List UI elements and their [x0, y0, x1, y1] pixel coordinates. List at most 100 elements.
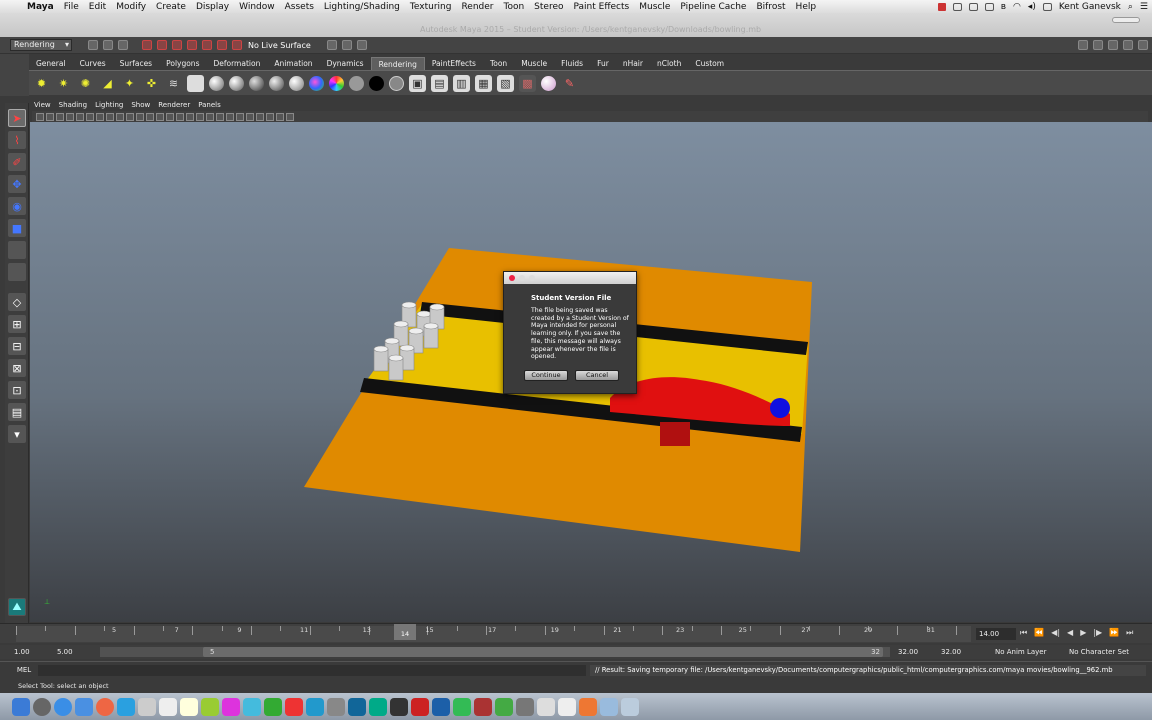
menu-bifrost[interactable]: Bifrost: [751, 2, 790, 12]
magnet-icon[interactable]: [232, 40, 242, 50]
textured-icon[interactable]: [166, 112, 174, 121]
cancel-button[interactable]: Cancel: [575, 370, 619, 381]
menu-pipeline-cache[interactable]: Pipeline Cache: [675, 2, 751, 12]
gear-icon[interactable]: [968, 2, 978, 11]
menu-toon[interactable]: Toon: [498, 2, 529, 12]
firefox-icon[interactable]: [96, 697, 114, 716]
tab-fur[interactable]: Fur: [590, 57, 616, 70]
photos-icon[interactable]: [222, 697, 240, 716]
channel-box-icon[interactable]: [1123, 40, 1133, 50]
tab-curves[interactable]: Curves: [73, 57, 113, 70]
wifi-icon[interactable]: ◠: [1013, 2, 1021, 12]
tab-general[interactable]: General: [29, 57, 73, 70]
textedit-icon[interactable]: [537, 697, 555, 716]
panel-menu-show[interactable]: Show: [127, 99, 154, 111]
tab-surfaces[interactable]: Surfaces: [113, 57, 159, 70]
menu-muscle[interactable]: Muscle: [634, 2, 675, 12]
step-back-frame-icon[interactable]: ◀|: [1051, 628, 1060, 638]
mudbox-icon[interactable]: ⛰: [8, 598, 26, 616]
area-light-icon[interactable]: ◢: [99, 75, 116, 92]
app-store-icon[interactable]: [306, 697, 324, 716]
resolution-gate-icon[interactable]: [86, 112, 94, 121]
menuset-dropdown[interactable]: Rendering: [10, 39, 72, 51]
persp-graph-layout-icon[interactable]: ⊠: [8, 359, 26, 377]
ambient-light-icon[interactable]: ✦: [121, 75, 138, 92]
timemachine-icon[interactable]: [984, 2, 994, 11]
menu-maya[interactable]: Maya: [22, 2, 59, 12]
tab-dynamics[interactable]: Dynamics: [320, 57, 371, 70]
blinn-icon[interactable]: [229, 75, 244, 91]
filezilla-icon[interactable]: [411, 697, 429, 716]
vlc-icon[interactable]: [579, 697, 597, 716]
spotlight-icon[interactable]: ⌕: [1128, 2, 1133, 12]
menu-help[interactable]: Help: [791, 2, 822, 12]
layout-options-icon[interactable]: ▾: [8, 425, 26, 443]
step-forward-frame-icon[interactable]: |▶: [1093, 628, 1102, 638]
finder-icon[interactable]: [12, 697, 30, 716]
terminal-icon[interactable]: [390, 697, 408, 716]
anisotropic-icon[interactable]: [289, 75, 304, 91]
go-to-start-icon[interactable]: ⏮: [1020, 628, 1027, 638]
rotate-tool-icon[interactable]: ◉: [8, 197, 26, 215]
four-view-layout-icon[interactable]: ⊞: [8, 315, 26, 333]
zoom-icon[interactable]: [529, 275, 535, 281]
grid-toggle-icon[interactable]: [66, 112, 74, 121]
go-to-end-icon[interactable]: ⏭: [1126, 628, 1133, 638]
battery-icon[interactable]: [1042, 2, 1052, 11]
render-current-frame-icon[interactable]: ▥: [453, 74, 470, 92]
reminders-icon[interactable]: [201, 697, 219, 716]
menu-window[interactable]: Window: [234, 2, 280, 12]
film-gate-icon[interactable]: [76, 112, 84, 121]
menu-assets[interactable]: Assets: [280, 2, 319, 12]
surface-shader-icon[interactable]: [349, 75, 364, 91]
user-name[interactable]: Kent Ganevsk: [1059, 2, 1121, 12]
downloads-folder-icon[interactable]: [600, 697, 618, 716]
notification-center-icon[interactable]: ☰: [1140, 2, 1148, 12]
render-settings-shelf-icon[interactable]: ▧: [497, 74, 514, 92]
material-preview-icon[interactable]: [187, 74, 204, 92]
preview-icon[interactable]: [516, 697, 534, 716]
mail-icon[interactable]: [75, 697, 93, 716]
tab-rendering[interactable]: Rendering: [370, 57, 425, 70]
use-background-icon[interactable]: [369, 75, 384, 91]
contacts-icon[interactable]: [138, 697, 156, 716]
safe-action-icon[interactable]: [116, 112, 124, 121]
command-input[interactable]: [38, 665, 586, 676]
phong-icon[interactable]: [249, 75, 264, 91]
tab-toon[interactable]: Toon: [483, 57, 514, 70]
panel-menu-renderer[interactable]: Renderer: [154, 99, 194, 111]
launchpad-icon[interactable]: [33, 697, 51, 716]
smooth-shade-icon[interactable]: [146, 112, 154, 121]
save-scene-icon[interactable]: [118, 40, 128, 50]
tab-ncloth[interactable]: nCloth: [650, 57, 688, 70]
new-scene-icon[interactable]: [88, 40, 98, 50]
field-chart-icon[interactable]: [106, 112, 114, 121]
range-bar[interactable]: 5 32: [100, 647, 890, 657]
tab-muscle[interactable]: Muscle: [514, 57, 554, 70]
playback-start-field[interactable]: 5.00: [57, 647, 73, 657]
toolbar-toggle-button[interactable]: [1112, 17, 1140, 23]
render-view-shelf-icon[interactable]: ▤: [431, 74, 448, 92]
camera-attributes-icon[interactable]: [36, 112, 44, 121]
itunes-icon[interactable]: [285, 697, 303, 716]
blue-ball[interactable]: [770, 398, 790, 418]
menu-display[interactable]: Display: [191, 2, 234, 12]
xray-components-icon[interactable]: [266, 112, 274, 121]
tab-nhair[interactable]: nHair: [616, 57, 650, 70]
current-time-indicator[interactable]: 14: [394, 624, 416, 640]
snap-point-icon[interactable]: [217, 40, 227, 50]
point-light-icon[interactable]: ✹: [33, 75, 50, 92]
menu-file[interactable]: File: [59, 2, 84, 12]
wireframe-icon[interactable]: [136, 112, 144, 121]
gamma-icon[interactable]: [276, 112, 284, 121]
batch-render-icon[interactable]: ▩: [519, 74, 536, 92]
input-output-icon[interactable]: [326, 40, 337, 50]
persp-outliner-layout-icon[interactable]: ⊟: [8, 337, 26, 355]
photoshop-icon[interactable]: [432, 697, 450, 716]
render-view-icon[interactable]: [341, 40, 352, 50]
lambert-icon[interactable]: [209, 75, 224, 91]
open-scene-icon[interactable]: [103, 40, 113, 50]
exposure-icon[interactable]: [286, 112, 294, 121]
facetime-icon[interactable]: [264, 697, 282, 716]
system-preferences-icon[interactable]: [327, 697, 345, 716]
